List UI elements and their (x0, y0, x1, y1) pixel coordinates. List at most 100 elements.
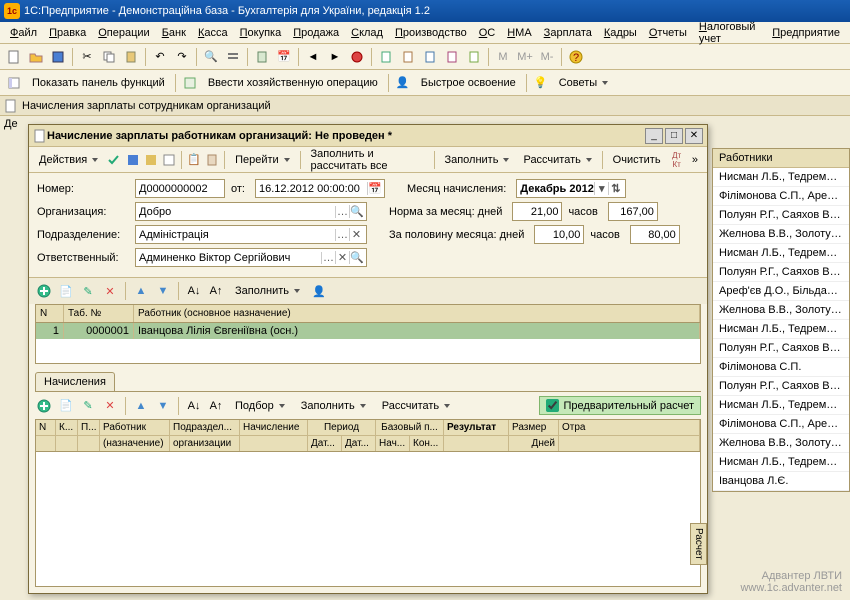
sidebar-item[interactable]: Нисман Л.Б., Тедремаа Т. (713, 396, 849, 415)
month-select[interactable]: Декабрь 2012▾⇅ (516, 179, 626, 198)
calc-icon[interactable] (252, 47, 272, 67)
menu-production[interactable]: Производство (389, 25, 473, 41)
move-down-icon[interactable]: ▼ (154, 397, 172, 415)
sidebar-item[interactable]: Желнова В.В., Золотухін О (713, 301, 849, 320)
sidebar-item[interactable]: Желнова В.В., Золотухін О (713, 225, 849, 244)
grid-fill-button[interactable]: Заполнить (229, 283, 306, 299)
post-icon[interactable] (143, 150, 159, 170)
sidebar-item[interactable]: Нисман Л.Б., Тедремаа Т. (713, 320, 849, 339)
cut-icon[interactable]: ✂ (77, 47, 97, 67)
edit-row-icon[interactable]: ✎ (79, 397, 97, 415)
tips-icon[interactable]: 💡 (531, 73, 551, 93)
m-plus-icon[interactable]: M+ (515, 47, 535, 67)
move-up-icon[interactable]: ▲ (132, 282, 150, 300)
find-icon[interactable]: 🔍 (201, 47, 221, 67)
panel-icon[interactable] (4, 73, 24, 93)
sidebar-item[interactable]: Філімонова С.П. (713, 358, 849, 377)
detail-calc-button[interactable]: Рассчитать (376, 398, 456, 414)
menu-nma[interactable]: НМА (501, 25, 537, 41)
calendar-icon[interactable]: 📅 (367, 182, 381, 195)
sidebar-item[interactable]: Желнова В.В., Золотухін О (713, 434, 849, 453)
pick-button[interactable]: Подбор (229, 398, 291, 414)
help-icon[interactable]: ? (566, 47, 586, 67)
goto-button[interactable]: Перейти (229, 152, 296, 168)
basis-icon[interactable]: 📋 (186, 150, 202, 170)
clear-icon[interactable]: ✕ (349, 228, 363, 241)
stop-icon[interactable] (347, 47, 367, 67)
sort-asc-icon[interactable]: A↓ (185, 282, 203, 300)
sort-asc-icon[interactable]: A↓ (185, 397, 203, 415)
move-up-icon[interactable]: ▲ (132, 397, 150, 415)
clear-button[interactable]: Очистить (607, 152, 667, 168)
half-days-input[interactable] (534, 225, 584, 244)
tips-button[interactable]: Советы (553, 75, 614, 91)
menu-enterprise[interactable]: Предприятие (766, 25, 846, 41)
menu-bank[interactable]: Банк (156, 25, 192, 41)
save-doc-icon[interactable] (124, 150, 140, 170)
menu-sale[interactable]: Продажа (287, 25, 345, 41)
operation-icon[interactable] (180, 73, 200, 93)
dt-kt-icon[interactable]: ДтКт (669, 150, 685, 170)
sidebar-item[interactable]: Філімонова С.П., Ареф'єв (713, 415, 849, 434)
menu-hr[interactable]: Кадры (598, 25, 643, 41)
save-icon[interactable] (48, 47, 68, 67)
norm-hours-input[interactable] (608, 202, 658, 221)
m-minus-icon[interactable]: M- (537, 47, 557, 67)
list-icon[interactable] (223, 47, 243, 67)
sidebar-item[interactable]: Філімонова С.П., Ареф'єв (713, 187, 849, 206)
sidebar-item[interactable]: Іванцова Л.Є. (713, 472, 849, 491)
clear-icon[interactable]: ✕ (335, 251, 349, 264)
enter-operation-button[interactable]: Ввести хозяйственную операцию (202, 75, 384, 91)
arrow-right-icon[interactable]: ► (325, 47, 345, 67)
dept-input[interactable]: Адміністрація…✕ (135, 225, 367, 244)
paste-icon[interactable] (121, 47, 141, 67)
add-row-icon[interactable] (35, 282, 53, 300)
fill-calc-all-button[interactable]: Заполнить и рассчитать все (305, 146, 430, 174)
prelim-checkbox-input[interactable] (546, 399, 559, 412)
resp-input[interactable]: Админенко Віктор Сергійович…✕🔍 (135, 248, 367, 267)
copy-row-icon[interactable]: 📄 (57, 397, 75, 415)
employees-grid[interactable]: N Таб. № Работник (основное назначение) … (35, 304, 701, 364)
arrow-left-icon[interactable]: ◄ (303, 47, 323, 67)
edit-row-icon[interactable]: ✎ (79, 282, 97, 300)
report3-icon[interactable] (420, 47, 440, 67)
detail-fill-button[interactable]: Заполнить (295, 398, 372, 414)
fast-learn-button[interactable]: Быстрое освоение (415, 75, 522, 91)
apply-icon[interactable] (106, 150, 122, 170)
maximize-button[interactable]: □ (665, 128, 683, 144)
menu-file[interactable]: Файл (4, 25, 43, 41)
person-icon[interactable]: 👤 (310, 282, 328, 300)
sidebar-item[interactable]: Полуян Р.Г., Саяхов В.В., (713, 339, 849, 358)
menu-salary[interactable]: Зарплата (538, 25, 598, 41)
grid-row-selected[interactable]: 1 0000001 Іванцова Лілія Євгеніївна (осн… (36, 323, 700, 339)
calc-sidebar-tab[interactable]: Расчет (690, 523, 707, 565)
sidebar-item[interactable]: Полуян Р.Г., Саяхов В.В., (713, 377, 849, 396)
half-hours-input[interactable] (630, 225, 680, 244)
unpost-icon[interactable] (161, 150, 177, 170)
open-icon[interactable]: 🔍 (349, 205, 363, 218)
calc-button[interactable]: Рассчитать (517, 152, 597, 168)
sidebar-item[interactable]: Ареф'єв Д.О., Більданов О (713, 282, 849, 301)
ellipsis-icon[interactable]: … (321, 252, 335, 264)
accruals-grid[interactable]: N К... П... Работник Подраздел... Начисл… (35, 419, 701, 587)
norm-days-input[interactable] (512, 202, 562, 221)
ellipsis-icon[interactable]: … (335, 229, 349, 241)
menu-os[interactable]: ОС (473, 25, 502, 41)
report2-icon[interactable] (398, 47, 418, 67)
stepper-icon[interactable]: ⇅ (608, 182, 622, 195)
delete-row-icon[interactable]: ✕ (101, 282, 119, 300)
fill-button[interactable]: Заполнить (438, 152, 515, 168)
menu-tax[interactable]: Налоговый учет (693, 19, 766, 47)
open-icon[interactable] (26, 47, 46, 67)
sort-desc-icon[interactable]: A↑ (207, 397, 225, 415)
org-input[interactable]: Добро…🔍 (135, 202, 367, 221)
date-input[interactable]: 16.12.2012 00:00:00📅 (255, 179, 385, 198)
sidebar-item[interactable]: Нисман Л.Б., Тедремаа Т. (713, 168, 849, 187)
menu-edit[interactable]: Правка (43, 25, 92, 41)
undo-icon[interactable]: ↶ (150, 47, 170, 67)
menu-purchase[interactable]: Покупка (234, 25, 288, 41)
close-button[interactable]: ✕ (685, 128, 703, 144)
number-input[interactable] (135, 179, 225, 198)
menu-operations[interactable]: Операции (92, 25, 155, 41)
copy-icon[interactable] (99, 47, 119, 67)
